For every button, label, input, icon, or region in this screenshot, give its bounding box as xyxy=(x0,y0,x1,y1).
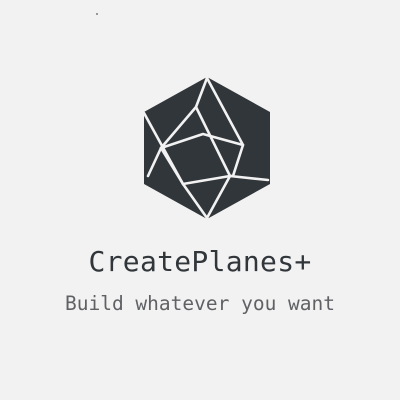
app-name: CreatePlanes+ xyxy=(88,245,312,278)
app-tagline: Build whatever you want xyxy=(64,292,336,315)
small-dot-mark xyxy=(96,13,98,15)
hexagon-logo-icon xyxy=(143,77,270,219)
logo-card: CreatePlanes+ Build whatever you want xyxy=(0,0,400,400)
